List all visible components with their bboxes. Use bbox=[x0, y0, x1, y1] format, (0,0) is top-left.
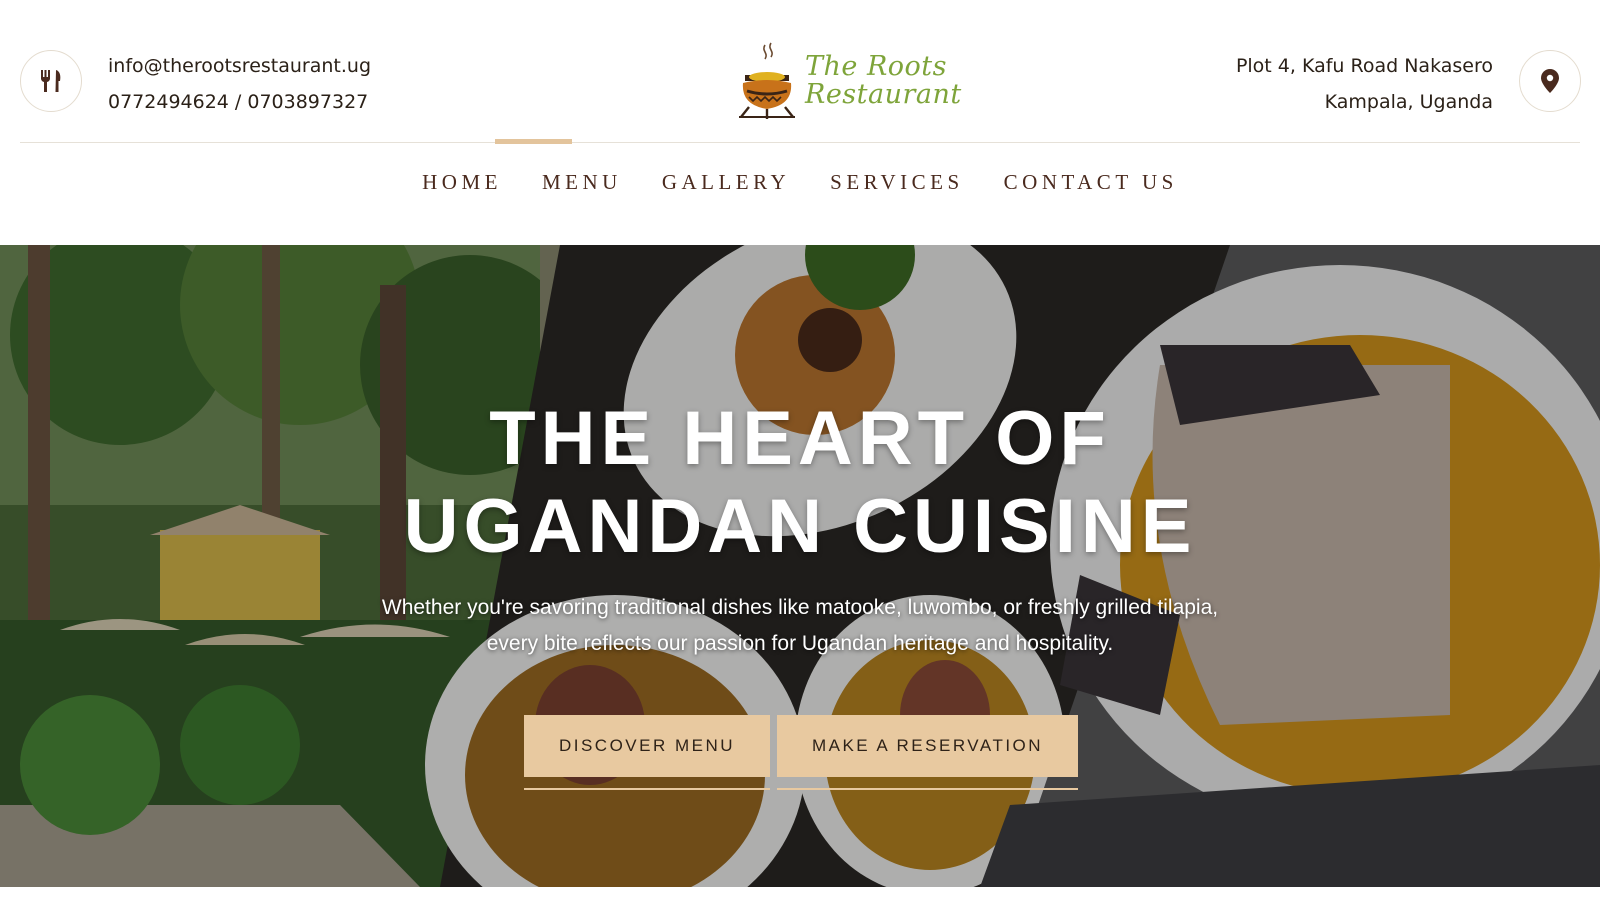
logo-line-1: The Roots bbox=[805, 51, 948, 82]
hero-title-line-1: THE HEART OF bbox=[489, 396, 1111, 481]
address-line-2: Kampala, Uganda bbox=[1324, 91, 1493, 113]
hero-subtitle-line-1: Whether you're savoring traditional dish… bbox=[381, 596, 1219, 619]
email-link[interactable]: info@therootsrestaurant.ug bbox=[108, 48, 371, 84]
header-divider bbox=[20, 142, 1580, 143]
nav-item-gallery[interactable]: GALLERY bbox=[662, 170, 790, 195]
main-navigation: HOME MENU GALLERY SERVICES CONTACT US bbox=[0, 170, 1600, 195]
make-reservation-button[interactable]: MAKE A RESERVATION bbox=[777, 715, 1078, 777]
discover-menu-button[interactable]: DISCOVER MENU bbox=[524, 715, 770, 777]
hero-subtitle-line-2: every bite reflects our passion for Ugan… bbox=[486, 632, 1114, 655]
logo-line-2: Restaurant bbox=[805, 79, 962, 110]
map-pin-icon[interactable] bbox=[1519, 50, 1581, 112]
hero-title-line-2: UGANDAN CUISINE bbox=[403, 484, 1197, 569]
nav-item-home[interactable]: HOME bbox=[422, 170, 502, 195]
contact-info: info@therootsrestaurant.ug 0772494624 / … bbox=[108, 48, 371, 120]
logo-text: The Roots Restaurant bbox=[805, 53, 962, 109]
nav-active-indicator bbox=[495, 139, 572, 144]
nav-item-services[interactable]: SERVICES bbox=[830, 170, 964, 195]
hero-subtitle: Whether you're savoring traditional dish… bbox=[300, 590, 1300, 662]
discover-menu-underline bbox=[524, 788, 770, 790]
utensils-icon bbox=[20, 50, 82, 112]
address-line-1: Plot 4, Kafu Road Nakasero bbox=[1235, 55, 1493, 77]
reservation-underline bbox=[777, 788, 1078, 790]
cooking-pot-icon bbox=[739, 42, 795, 119]
nav-item-menu[interactable]: MENU bbox=[542, 170, 622, 195]
site-logo[interactable]: The Roots Restaurant bbox=[735, 40, 975, 122]
hero-banner: THE HEART OF UGANDAN CUISINE Whether you… bbox=[0, 245, 1600, 887]
phone-numbers[interactable]: 0772494624 / 0703897327 bbox=[108, 84, 371, 120]
nav-item-contact-us[interactable]: CONTACT US bbox=[1004, 170, 1178, 195]
site-header: info@therootsrestaurant.ug 0772494624 / … bbox=[0, 0, 1600, 142]
hero-title: THE HEART OF UGANDAN CUISINE bbox=[0, 395, 1600, 571]
address-info: Plot 4, Kafu Road Nakasero Kampala, Ugan… bbox=[1236, 48, 1493, 120]
